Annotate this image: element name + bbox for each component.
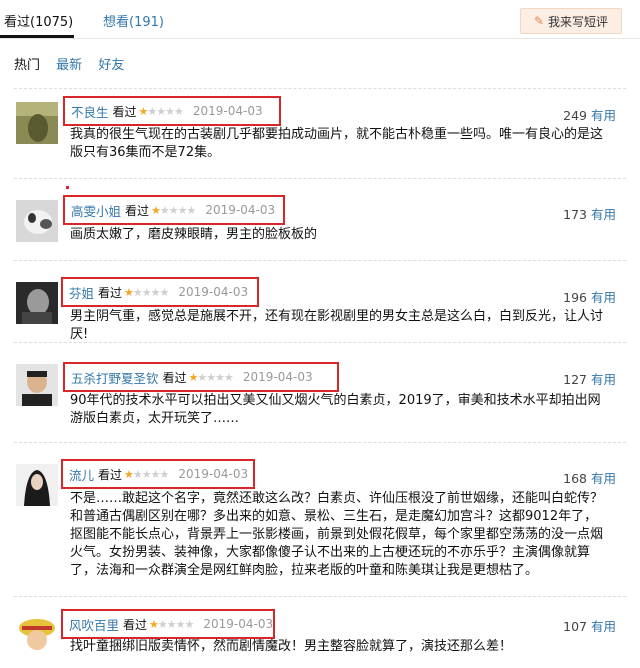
avatar[interactable] <box>16 612 58 654</box>
review-username[interactable]: 风吹百里 <box>69 615 119 634</box>
review-date: 2019-04-03 <box>203 617 274 631</box>
pencil-icon: ✎ <box>533 14 545 28</box>
avatar[interactable] <box>16 282 58 324</box>
useful-button[interactable]: 有用 <box>591 108 616 123</box>
sort-filters: 热门 最新 好友 <box>14 54 136 73</box>
review-date: 2019-04-03 <box>205 203 276 217</box>
divider <box>14 88 626 90</box>
tab-watched[interactable]: 看过(1075) <box>4 11 73 30</box>
review-username[interactable]: 高雯小姐 <box>71 201 121 220</box>
vote-count: 249 <box>563 108 587 123</box>
review-status: 看过 <box>162 370 187 385</box>
divider <box>14 342 626 344</box>
review-date: 2019-04-03 <box>192 104 263 118</box>
review-date: 2019-04-03 <box>242 370 313 384</box>
divider <box>14 442 626 444</box>
vote-info: 173 有用 <box>563 204 616 223</box>
annotation-dot <box>66 186 69 189</box>
vote-count: 173 <box>563 207 587 222</box>
useful-button[interactable]: 有用 <box>591 207 616 222</box>
review-status: 看过 <box>112 104 137 119</box>
useful-button[interactable]: 有用 <box>591 471 616 486</box>
review-date: 2019-04-03 <box>178 285 249 299</box>
divider <box>0 38 640 39</box>
rating-stars: ★★★★★ <box>124 285 169 299</box>
filter-hot[interactable]: 热门 <box>14 58 40 73</box>
review-status: 看过 <box>125 203 150 218</box>
review-text: 画质太嫩了，磨皮辣眼睛，男主的脸板板的 <box>70 227 318 242</box>
review-status: 看过 <box>98 285 123 300</box>
filter-friends[interactable]: 好友 <box>98 58 124 73</box>
divider <box>14 178 626 180</box>
top-tab-bar: 看过(1075) 想看(191) ✎ 我来写短评 <box>0 0 640 40</box>
rating-stars: ★★★★★ <box>188 370 234 384</box>
useful-button[interactable]: 有用 <box>591 290 616 305</box>
review-status: 看过 <box>123 617 148 632</box>
review-text: 男主阴气重，感觉总是施展不开，还有现在影视剧里的男女主总是这么白，白到反光，让人… <box>70 309 604 342</box>
review-meta-highlight: 不良生 看过 ★★★★★ 2019-04-03 <box>63 96 281 126</box>
review-username[interactable]: 五杀打野夏圣钦 <box>71 368 159 387</box>
vote-info: 249 有用 <box>563 105 616 124</box>
avatar[interactable] <box>16 364 58 406</box>
avatar[interactable] <box>16 200 58 242</box>
divider <box>14 596 626 598</box>
review-username[interactable]: 流儿 <box>69 465 94 484</box>
filter-latest[interactable]: 最新 <box>56 58 82 73</box>
rating-stars: ★★★★★ <box>124 467 169 481</box>
rating-stars: ★★★★★ <box>151 203 196 217</box>
review-text: 不是……敢起这个名字，竟然还敢这么改？白素贞、许仙压根没了前世姻缘，还能叫白蛇传… <box>70 491 604 578</box>
vote-count: 127 <box>563 372 587 387</box>
review-text: 找叶童捆绑旧版卖情怀，然而剧情魔改！男主整容脸就算了，演技还那么差！ <box>70 639 513 654</box>
vote-info: 168 有用 <box>563 468 616 487</box>
review-username[interactable]: 芬姐 <box>69 283 94 302</box>
review-date: 2019-04-03 <box>178 467 249 481</box>
review-meta-highlight: 高雯小姐 看过 ★★★★★ 2019-04-03 <box>63 195 285 225</box>
avatar[interactable] <box>16 464 58 506</box>
write-review-label: 我来写短评 <box>548 14 609 29</box>
vote-info: 196 有用 <box>563 287 616 306</box>
vote-count: 107 <box>563 619 587 634</box>
review-status: 看过 <box>98 467 123 482</box>
review-meta-highlight: 五杀打野夏圣钦 看过 ★★★★★ 2019-04-03 <box>63 362 339 392</box>
review-username[interactable]: 不良生 <box>71 102 109 121</box>
vote-count: 196 <box>563 290 587 305</box>
review-text: 90年代的技术水平可以拍出又美又仙又烟火气的白素贞，2019了，审美和技术水平却… <box>70 393 601 426</box>
avatar[interactable] <box>16 102 58 144</box>
tab-wish[interactable]: 想看(191) <box>103 11 164 30</box>
divider <box>14 260 626 262</box>
useful-button[interactable]: 有用 <box>591 372 616 387</box>
rating-stars: ★★★★★ <box>138 104 184 118</box>
vote-info: 127 有用 <box>563 369 616 388</box>
review-meta-highlight: 风吹百里 看过 ★★★★★ 2019-04-03 <box>61 609 275 639</box>
review-meta-highlight: 芬姐 看过 ★★★★★ 2019-04-03 <box>61 277 259 307</box>
vote-info: 107 有用 <box>563 616 616 635</box>
vote-count: 168 <box>563 471 587 486</box>
rating-stars: ★★★★★ <box>149 617 194 631</box>
write-review-button[interactable]: ✎ 我来写短评 <box>520 8 622 34</box>
review-text: 我真的很生气现在的古装剧几乎都要拍成动画片，就不能古朴稳重一些吗。唯一有良心的是… <box>70 127 604 160</box>
useful-button[interactable]: 有用 <box>591 619 616 634</box>
review-meta-highlight: 流儿 看过 ★★★★★ 2019-04-03 <box>61 459 255 489</box>
